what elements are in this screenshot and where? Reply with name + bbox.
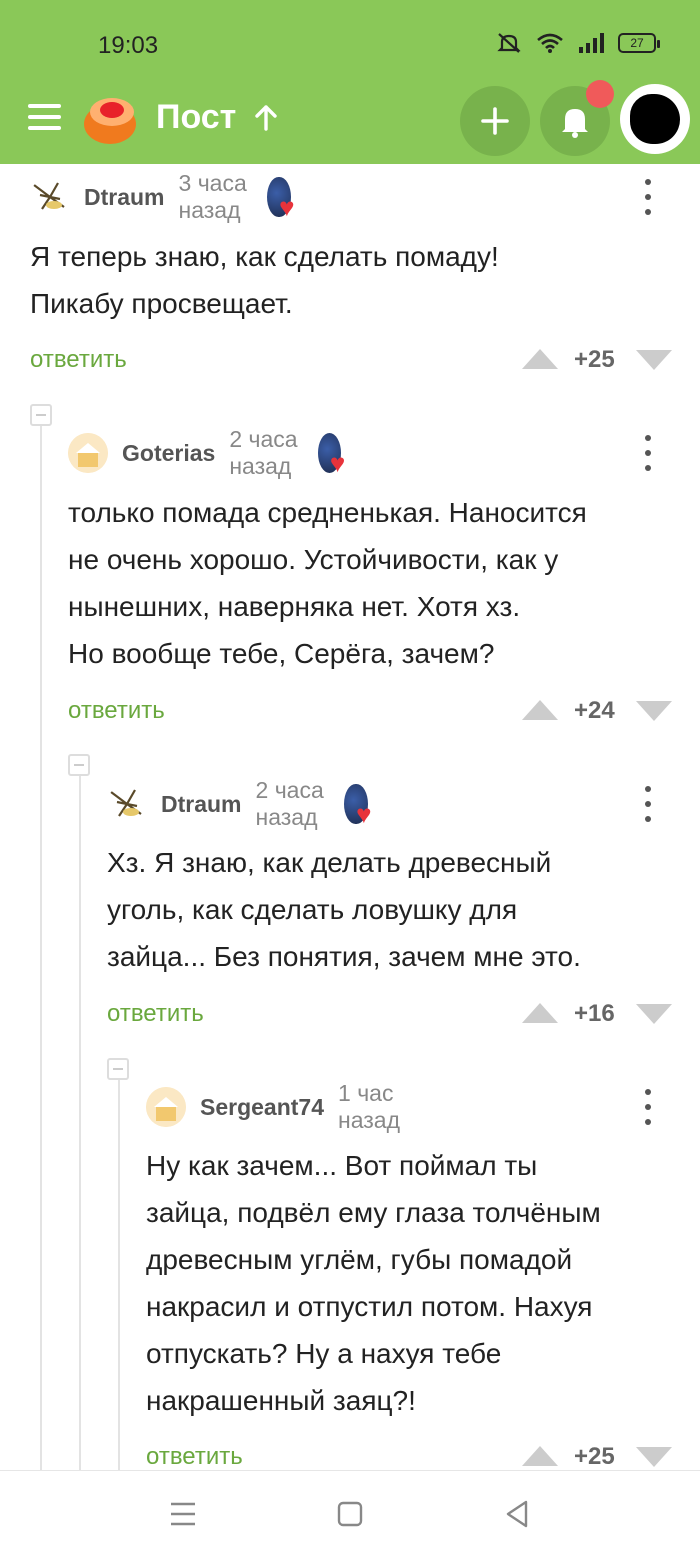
add-post-button[interactable] [460, 86, 530, 156]
award-icon[interactable] [318, 433, 345, 479]
author-avatar[interactable] [68, 433, 108, 473]
comment-header: Sergeant74 1 час назад [146, 1080, 410, 1133]
notification-dot [586, 80, 614, 108]
scroll-top-icon[interactable] [252, 104, 280, 132]
mute-icon [497, 33, 521, 53]
status-time: 19:03 [98, 32, 159, 59]
comment-score: +24 [574, 697, 615, 724]
comment-time: 3 часа назад [178, 170, 247, 223]
comment-text: Хз. Я знаю, как делать древесный уголь, … [107, 847, 581, 972]
battery-icon: 27 [618, 33, 660, 53]
comment-text: Я теперь знаю, как сделать помаду! Пикаб… [30, 241, 499, 319]
author-name[interactable]: Sergeant74 [200, 1094, 324, 1121]
award-icon[interactable] [344, 784, 372, 830]
reply-button[interactable]: ответить [107, 1000, 204, 1028]
comment-header: Goterias 2 часа назад [68, 426, 345, 479]
comment-time: 1 час назад [338, 1080, 401, 1133]
bell-icon [562, 109, 588, 138]
award-icon[interactable] [267, 177, 295, 223]
comment-header: Dtraum 2 часа назад [107, 777, 372, 830]
recent-apps-icon[interactable] [166, 1497, 200, 1531]
app-header: 19:03 27 Пост [0, 0, 700, 164]
signal-icon [579, 33, 604, 53]
collapse-thread-button[interactable] [30, 404, 52, 426]
status-icons: 27 [496, 32, 660, 54]
comment-menu-icon[interactable] [638, 1087, 658, 1127]
comment-header: Dtraum 3 часа назад [30, 170, 295, 223]
downvote-icon[interactable] [636, 1004, 672, 1024]
thread-line [79, 776, 81, 1470]
author-name[interactable]: Goterias [122, 440, 215, 467]
reply-button[interactable]: ответить [68, 697, 165, 725]
author-avatar[interactable] [146, 1087, 186, 1127]
author-avatar[interactable] [107, 784, 147, 824]
reply-button[interactable]: ответить [146, 1443, 243, 1471]
menu-icon[interactable] [28, 104, 61, 130]
thread-line [118, 1080, 120, 1470]
upvote-icon[interactable] [522, 349, 558, 369]
comment-text: только помада средненькая. Наносится не … [68, 497, 587, 669]
collapse-thread-button[interactable] [107, 1058, 129, 1080]
comment-score: +16 [574, 1000, 615, 1027]
page-title: Пост [156, 98, 237, 136]
reply-button[interactable]: ответить [30, 346, 127, 374]
comment-time: 2 часа назад [229, 426, 298, 479]
comment-time: 2 часа назад [255, 777, 324, 830]
author-name[interactable]: Dtraum [84, 184, 165, 211]
comment-menu-icon[interactable] [638, 177, 658, 217]
downvote-icon[interactable] [636, 1447, 672, 1467]
wifi-icon [537, 33, 563, 53]
comment-menu-icon[interactable] [638, 784, 658, 824]
downvote-icon[interactable] [636, 701, 672, 721]
home-icon[interactable] [333, 1497, 367, 1531]
comment-score: +25 [574, 1443, 615, 1470]
author-avatar[interactable] [30, 177, 70, 217]
upvote-icon[interactable] [522, 700, 558, 720]
downvote-icon[interactable] [636, 350, 672, 370]
upvote-icon[interactable] [522, 1003, 558, 1023]
comment-score: +25 [574, 346, 615, 373]
system-nav-bar [0, 1470, 700, 1556]
author-name[interactable]: Dtraum [161, 791, 242, 818]
plus-icon [481, 107, 509, 135]
upvote-icon[interactable] [522, 1446, 558, 1466]
comment-text: Ну как зачем... Вот поймал ты зайца, под… [146, 1150, 601, 1416]
comment-menu-icon[interactable] [638, 433, 658, 473]
thread-line [40, 426, 42, 1470]
profile-avatar[interactable] [620, 84, 690, 154]
pikabu-logo[interactable] [82, 90, 138, 146]
collapse-thread-button[interactable] [68, 754, 90, 776]
back-icon[interactable] [500, 1497, 534, 1531]
